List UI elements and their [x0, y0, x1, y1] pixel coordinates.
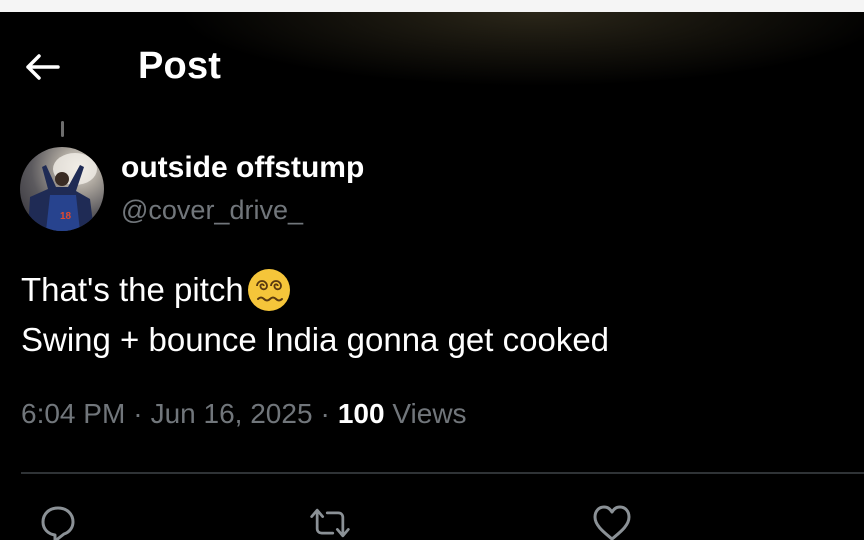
post-text: That's the pitch Swing + bounce India go…	[21, 265, 609, 365]
meta-separator: ·	[320, 398, 330, 429]
avatar[interactable]: 18	[20, 147, 104, 231]
reply-button[interactable]	[36, 503, 80, 540]
author-handle[interactable]: @cover_drive_	[121, 195, 303, 226]
views-count[interactable]: 100	[338, 398, 385, 429]
meta-separator: ·	[133, 398, 143, 429]
repost-button[interactable]	[308, 503, 352, 540]
post-meta: 6:04 PM · Jun 16, 2025 · 100 Views	[21, 398, 467, 430]
thread-connector	[61, 121, 64, 137]
action-bar	[0, 495, 864, 540]
post-line-1: That's the pitch	[21, 265, 609, 315]
divider	[21, 472, 864, 474]
avatar-image: 18	[28, 153, 97, 231]
top-edge	[0, 0, 864, 12]
repost-icon	[310, 508, 350, 538]
author-display-name[interactable]: outside offstump	[121, 151, 364, 185]
views-label[interactable]: Views	[392, 398, 466, 429]
heart-icon	[593, 505, 631, 540]
post-text-line-2: Swing + bounce India gonna get cooked	[21, 321, 610, 358]
post-line-2: Swing + bounce India gonna get cooked	[21, 315, 609, 365]
header: Post	[0, 12, 864, 122]
back-button[interactable]	[20, 50, 64, 84]
post-time[interactable]: 6:04 PM	[21, 398, 125, 429]
arrow-left-icon	[26, 54, 60, 80]
svg-text:18: 18	[60, 211, 72, 222]
reply-icon	[41, 506, 75, 540]
dizzy-face-emoji	[247, 269, 290, 311]
like-button[interactable]	[590, 503, 634, 540]
post-text-line-1: That's the pitch	[21, 271, 244, 308]
post-date[interactable]: Jun 16, 2025	[151, 398, 313, 429]
page-title: Post	[138, 45, 222, 87]
